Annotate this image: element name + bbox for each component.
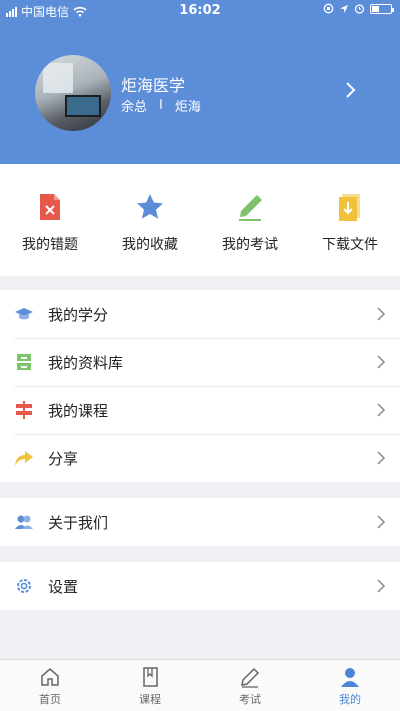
status-bar: 中国电信 16:02 — [0, 0, 400, 22]
tab-exams[interactable]: 考试 — [200, 660, 300, 711]
quick-action-label: 我的考试 — [222, 237, 278, 253]
book-icon — [143, 667, 158, 687]
profile-separator: I — [159, 98, 163, 113]
battery-icon — [370, 3, 394, 14]
graduation-cap-icon — [15, 308, 33, 320]
tab-label: 考试 — [239, 693, 261, 706]
profile-org: 炬海 — [174, 100, 201, 115]
quick-action-downloads[interactable]: 下载文件 — [300, 164, 400, 276]
star-icon — [137, 194, 163, 219]
profile-name: 炬海医学 — [121, 76, 186, 95]
menu-item-label: 分享 — [48, 449, 79, 468]
quick-action-label: 下载文件 — [322, 237, 378, 253]
menu-item-share[interactable]: 分享 — [0, 434, 400, 482]
download-file-icon — [339, 194, 360, 221]
profile-header[interactable]: 炬海医学 余总 I 炬海 — [0, 22, 400, 164]
chevron-right-icon — [377, 355, 386, 369]
chevron-right-icon — [377, 307, 386, 321]
menu-item-courses[interactable]: 我的课程 — [0, 386, 400, 434]
chevron-right-icon — [377, 579, 386, 593]
tab-label: 我的 — [339, 693, 361, 706]
tab-courses[interactable]: 课程 — [100, 660, 200, 711]
menu-item-label: 我的资料库 — [48, 353, 124, 372]
menu-item-label: 关于我们 — [48, 513, 109, 532]
chevron-right-icon — [377, 451, 386, 465]
menu-group-3: 设置 — [0, 562, 400, 610]
chevron-right-icon — [377, 403, 386, 417]
alarm-icon — [354, 4, 365, 14]
chevron-right-icon — [377, 515, 386, 529]
quick-action-wrong-questions[interactable]: 我的错题 — [0, 164, 100, 276]
tab-bar: 首页 课程 考试 我的 — [0, 659, 400, 711]
quick-action-label: 我的错题 — [22, 237, 78, 253]
person-icon — [341, 668, 359, 687]
profile-role: 余总 — [121, 100, 148, 115]
menu-item-library[interactable]: 我的资料库 — [0, 338, 400, 386]
menu-group-1: 我的学分 我的资料库 我的课程 分享 — [0, 290, 400, 482]
orientation-lock-icon — [323, 3, 334, 14]
tab-mine[interactable]: 我的 — [300, 660, 400, 711]
share-arrow-icon — [15, 451, 33, 466]
tab-label: 首页 — [39, 693, 61, 706]
chevron-right-icon[interactable] — [340, 80, 360, 100]
quick-actions: 我的错题 我的收藏 我的考试 下载文件 — [0, 164, 400, 276]
signpost-icon — [16, 401, 32, 419]
menu-item-credits[interactable]: 我的学分 — [0, 290, 400, 338]
tab-label: 课程 — [139, 693, 161, 706]
quick-action-label: 我的收藏 — [122, 237, 178, 253]
gear-icon — [17, 579, 31, 593]
archive-icon — [17, 354, 31, 370]
profile-meta: 余总 I 炬海 — [121, 96, 201, 115]
menu-item-label: 我的课程 — [48, 401, 109, 420]
menu-item-label: 设置 — [48, 577, 79, 596]
home-icon — [41, 668, 59, 686]
menu-group-2: 关于我们 — [0, 498, 400, 546]
menu-item-settings[interactable]: 设置 — [0, 562, 400, 610]
menu-item-label: 我的学分 — [48, 305, 109, 324]
quick-action-favorites[interactable]: 我的收藏 — [100, 164, 200, 276]
tab-home[interactable]: 首页 — [0, 660, 100, 711]
avatar[interactable] — [35, 55, 111, 131]
pen-icon — [241, 667, 260, 688]
menu-item-about[interactable]: 关于我们 — [0, 498, 400, 546]
pencil-icon — [239, 195, 262, 221]
users-icon — [15, 515, 33, 529]
location-icon — [340, 4, 348, 13]
wrong-questions-icon — [40, 194, 60, 220]
quick-action-exams[interactable]: 我的考试 — [200, 164, 300, 276]
